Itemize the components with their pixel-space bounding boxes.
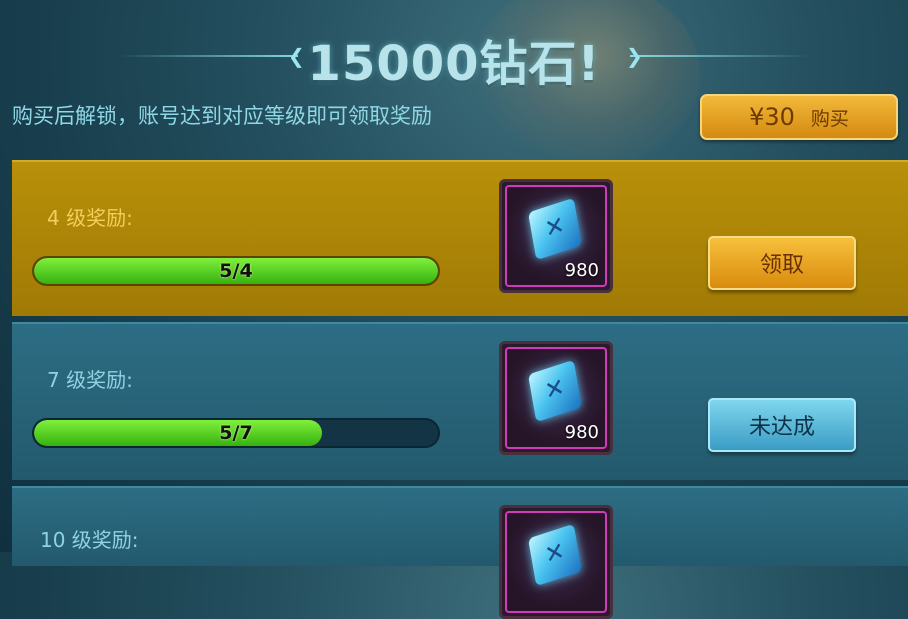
unlock-description: 购买后解锁，账号达到对应等级即可领取奖励 xyxy=(12,104,432,128)
reward-item-slot[interactable]: ✕ 980 xyxy=(499,179,613,293)
level-progress-bar: 5/4 xyxy=(32,256,440,286)
reward-quantity: 980 xyxy=(564,422,599,443)
not-reached-button[interactable]: 未达成 xyxy=(708,398,856,452)
reward-item-slot[interactable]: ✕ xyxy=(499,505,613,619)
reward-row-level-7: 7 级奖励: 5/7 ✕ 980 未达成 xyxy=(12,322,908,480)
reward-item-frame: ✕ xyxy=(505,511,607,613)
level-label: 10 级奖励: xyxy=(40,528,139,552)
buy-button[interactable]: ¥30 购买 xyxy=(700,94,898,140)
reward-item-frame: ✕ 980 xyxy=(505,185,607,287)
reward-row-level-10: 10 级奖励: ✕ xyxy=(12,486,908,619)
progress-text: 5/4 xyxy=(219,260,253,282)
header: ❮ 15000钻石! ❯ 购买后解锁，账号达到对应等级即可领取奖励 ¥30 购买 xyxy=(0,0,908,160)
diamond-gem-icon: ✕ xyxy=(527,359,583,423)
buy-price: ¥30 xyxy=(749,103,795,131)
title-decoration-right xyxy=(630,55,810,57)
reward-quantity: 980 xyxy=(564,260,599,281)
reward-item-slot[interactable]: ✕ 980 xyxy=(499,341,613,455)
level-label: 4 级奖励: xyxy=(47,206,133,230)
reward-row-level-4: 4 级奖励: 5/4 ✕ 980 领取 xyxy=(12,160,908,316)
level-progress-bar: 5/7 xyxy=(32,418,440,448)
level-label: 7 级奖励: xyxy=(47,368,133,392)
claim-button[interactable]: 领取 xyxy=(708,236,856,290)
progress-text: 5/7 xyxy=(219,422,253,444)
diamond-gem-icon: ✕ xyxy=(527,197,583,261)
page-title: 15000钻石! xyxy=(307,36,601,92)
reward-item-frame: ✕ 980 xyxy=(505,347,607,449)
diamond-gem-icon: ✕ xyxy=(527,523,583,587)
buy-label: 购买 xyxy=(810,107,849,130)
